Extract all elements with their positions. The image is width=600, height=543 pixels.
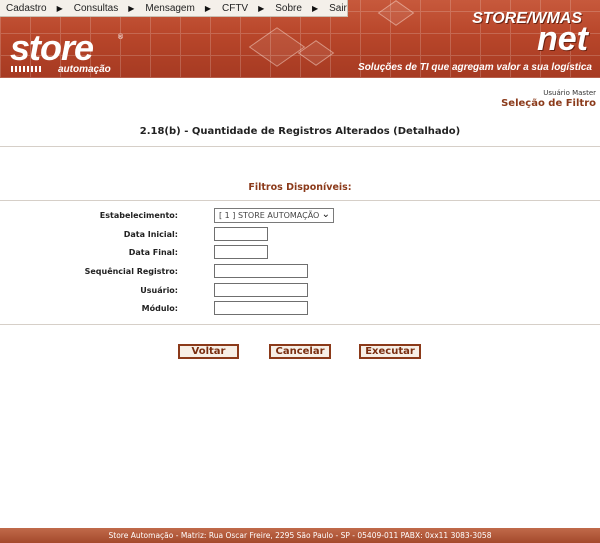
triangle-right-icon: ▶ bbox=[204, 3, 211, 13]
estabelecimento-label: Estabelecimento: bbox=[99, 211, 178, 220]
logo-subtitle: automação bbox=[58, 64, 111, 75]
form-row-estabelecimento: Estabelecimento: [ 1 ] STORE AUTOMAÇÃO ⌄ bbox=[0, 208, 600, 224]
triangle-right-icon: ▶ bbox=[128, 3, 135, 13]
data-inicial-input[interactable] bbox=[214, 227, 268, 241]
registered-mark: ® bbox=[117, 33, 124, 41]
menu-item-cftv[interactable]: CFTV ▶ bbox=[220, 3, 273, 14]
modulo-input[interactable] bbox=[214, 301, 308, 315]
chevron-down-icon: ⌄ bbox=[321, 209, 330, 220]
brand-net: net bbox=[537, 20, 588, 58]
triangle-right-icon: ▶ bbox=[311, 3, 319, 13]
divider bbox=[0, 200, 600, 201]
top-menu-bar: Cadastro ▶ Consultas ▶ Mensagem ▶ CFTV ▶ Sob… bbox=[0, 0, 348, 17]
menu-item-mensagem[interactable]: Mensagem ▶ bbox=[143, 3, 220, 14]
data-final-label: Data Final: bbox=[128, 248, 178, 257]
footer-bar: Store Automação - Matriz: Rua Oscar Frei… bbox=[0, 528, 600, 543]
usuario-input[interactable] bbox=[214, 283, 308, 297]
form-row-data-inicial: Data Inicial: bbox=[0, 227, 600, 243]
page-title: Seleção de Filtro bbox=[501, 98, 596, 109]
modulo-label: Módulo: bbox=[141, 304, 178, 313]
header-banner: Cadastro ▶ Consultas ▶ Mensagem ▶ CFTV ▶ Sob… bbox=[0, 0, 600, 78]
header-tagline: Soluções de TI que agregam valor a sua l… bbox=[358, 62, 592, 73]
usuario-label: Usuário: bbox=[140, 286, 178, 295]
form-row-usuario: Usuário: bbox=[0, 283, 600, 299]
data-inicial-label: Data Inicial: bbox=[123, 230, 178, 239]
menu-item-sair[interactable]: Sair bbox=[327, 3, 347, 14]
divider bbox=[0, 324, 600, 325]
form-row-sequencial: Sequêncial Registro: bbox=[0, 264, 600, 280]
form-row-data-final: Data Final: bbox=[0, 245, 600, 261]
triangle-right-icon: ▶ bbox=[258, 3, 265, 13]
menu-item-cadastro[interactable]: Cadastro ▶ bbox=[4, 3, 72, 14]
user-name: Usuário Master bbox=[543, 89, 596, 97]
menu-item-consultas[interactable]: Consultas ▶ bbox=[72, 3, 144, 14]
estabelecimento-value: [ 1 ] STORE AUTOMAÇÃO bbox=[219, 211, 320, 220]
sequencial-input[interactable] bbox=[214, 264, 308, 278]
executar-button[interactable]: Executar bbox=[359, 344, 421, 359]
menu-item-sobre[interactable]: Sobre ▶ bbox=[273, 3, 327, 14]
triangle-right-icon: ▶ bbox=[56, 3, 63, 13]
data-final-input[interactable] bbox=[214, 245, 268, 259]
cancelar-button[interactable]: Cancelar bbox=[269, 344, 331, 359]
store-logo: store bbox=[10, 27, 94, 68]
voltar-button[interactable]: Voltar bbox=[178, 344, 239, 359]
filters-heading: Filtros Disponíveis: bbox=[248, 182, 352, 193]
sequencial-label: Sequêncial Registro: bbox=[84, 267, 178, 276]
footer-text: Store Automação - Matriz: Rua Oscar Frei… bbox=[108, 531, 492, 540]
form-row-modulo: Módulo: bbox=[0, 301, 600, 317]
logo-stripes bbox=[11, 66, 41, 72]
divider bbox=[0, 146, 600, 147]
estabelecimento-select[interactable]: [ 1 ] STORE AUTOMAÇÃO ⌄ bbox=[214, 208, 334, 223]
report-title: 2.18(b) - Quantidade de Registros Altera… bbox=[139, 126, 461, 137]
